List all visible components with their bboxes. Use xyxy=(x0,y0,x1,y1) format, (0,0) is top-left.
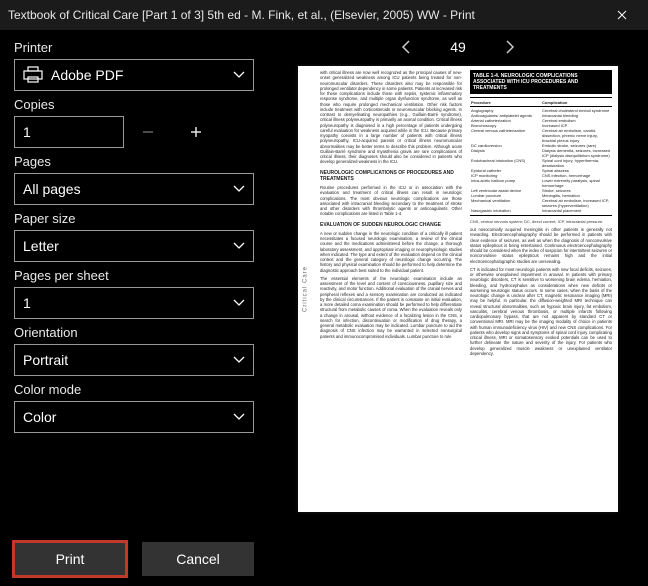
plus-icon xyxy=(189,125,203,139)
page-col-right: TABLE 1-4. NEUROLOGIC COMPLICATIONS ASSO… xyxy=(470,70,612,508)
table-row: Mechanical ventilationCerebral air embol… xyxy=(470,198,612,208)
chevron-right-icon xyxy=(505,40,515,54)
close-button[interactable] xyxy=(604,0,640,30)
page-table: ProcedureComplication AngiographyCerebra… xyxy=(470,97,612,216)
pages-value: All pages xyxy=(23,181,81,197)
copies-label: Copies xyxy=(14,97,254,112)
page-text: A new or sudden change in the neurologic… xyxy=(320,231,462,273)
table-row: DialysisDialysis dementia, seizures, inc… xyxy=(470,148,612,158)
preview-page: Critical Care with critical illness are … xyxy=(298,66,618,512)
copies-decrement[interactable] xyxy=(124,116,172,148)
window-title: Textbook of Critical Care [Part 1 of 3] … xyxy=(8,8,604,22)
chevron-down-icon xyxy=(233,356,245,364)
chevron-down-icon xyxy=(233,185,245,193)
orientation-value: Portrait xyxy=(23,352,68,368)
page-text: with critical illness are now well recog… xyxy=(320,70,462,165)
prev-page-button[interactable] xyxy=(392,33,420,61)
page-heading: NEUROLOGIC COMPLICATIONS OF PROCEDURES A… xyxy=(320,170,462,183)
table-row: Endotracheal intubation (CNS)Spinal cord… xyxy=(470,158,612,168)
copies-input[interactable] xyxy=(14,116,124,148)
page-heading: EVALUATION OF SUDDEN NEUROLOGIC CHANGE xyxy=(320,222,462,228)
printer-label: Printer xyxy=(14,40,254,55)
papersize-label: Paper size xyxy=(14,211,254,226)
table-row: Nasogastric intubationIntracranial place… xyxy=(470,208,612,213)
preview-page-number: 49 xyxy=(450,39,466,55)
print-button[interactable]: Print xyxy=(14,542,126,576)
page-table-caption: CNS, central nervous system; DC, direct … xyxy=(470,219,612,224)
printer-icon xyxy=(23,66,43,84)
titlebar: Textbook of Critical Care [Part 1 of 3] … xyxy=(0,0,648,30)
page-table-title: TABLE 1-4. NEUROLOGIC COMPLICATIONS ASSO… xyxy=(470,70,612,94)
papersize-value: Letter xyxy=(23,238,59,254)
chevron-left-icon xyxy=(401,40,411,54)
chevron-down-icon xyxy=(233,71,245,79)
minus-icon xyxy=(141,125,155,139)
table-row: Intra-aortic balloon pumpLower extremity… xyxy=(470,178,612,188)
table-row: Central venous catheterizationCerebral a… xyxy=(470,128,612,143)
colormode-dropdown[interactable]: Color xyxy=(14,401,254,433)
cancel-button[interactable]: Cancel xyxy=(142,542,254,576)
page-text: CT is indicated for most neurologic pati… xyxy=(470,267,612,356)
preview-pane: 49 Critical Care with critical illness a… xyxy=(268,30,648,586)
pages-label: Pages xyxy=(14,154,254,169)
pps-value: 1 xyxy=(23,295,31,311)
orientation-label: Orientation xyxy=(14,325,254,340)
colormode-value: Color xyxy=(23,409,56,425)
printer-value: Adobe PDF xyxy=(51,67,123,83)
pps-dropdown[interactable]: 1 xyxy=(14,287,254,319)
colormode-label: Color mode xyxy=(14,382,254,397)
chevron-down-icon xyxy=(233,242,245,250)
print-settings-panel: Printer Adobe PDF Copies xyxy=(0,30,268,586)
page-text: The essential elements of the neurologic… xyxy=(320,276,462,339)
pages-dropdown[interactable]: All pages xyxy=(14,173,254,205)
chevron-down-icon xyxy=(233,299,245,307)
printer-dropdown[interactable]: Adobe PDF xyxy=(14,59,254,91)
close-icon xyxy=(617,10,627,20)
orientation-dropdown[interactable]: Portrait xyxy=(14,344,254,376)
table-header: Procedure xyxy=(470,100,541,105)
pps-label: Pages per sheet xyxy=(14,268,254,283)
chevron-down-icon xyxy=(233,413,245,421)
page-text: out nosocomially acquired meningitis in … xyxy=(470,227,612,264)
copies-increment[interactable] xyxy=(172,116,220,148)
page-margin-label: Critical Care xyxy=(298,66,314,512)
table-header: Complication xyxy=(541,100,612,105)
next-page-button[interactable] xyxy=(496,33,524,61)
preview-nav: 49 xyxy=(268,30,648,64)
page-text: Routine procedures performed in the ICU … xyxy=(320,185,462,217)
papersize-dropdown[interactable]: Letter xyxy=(14,230,254,262)
page-col-left: with critical illness are now well recog… xyxy=(320,70,462,508)
